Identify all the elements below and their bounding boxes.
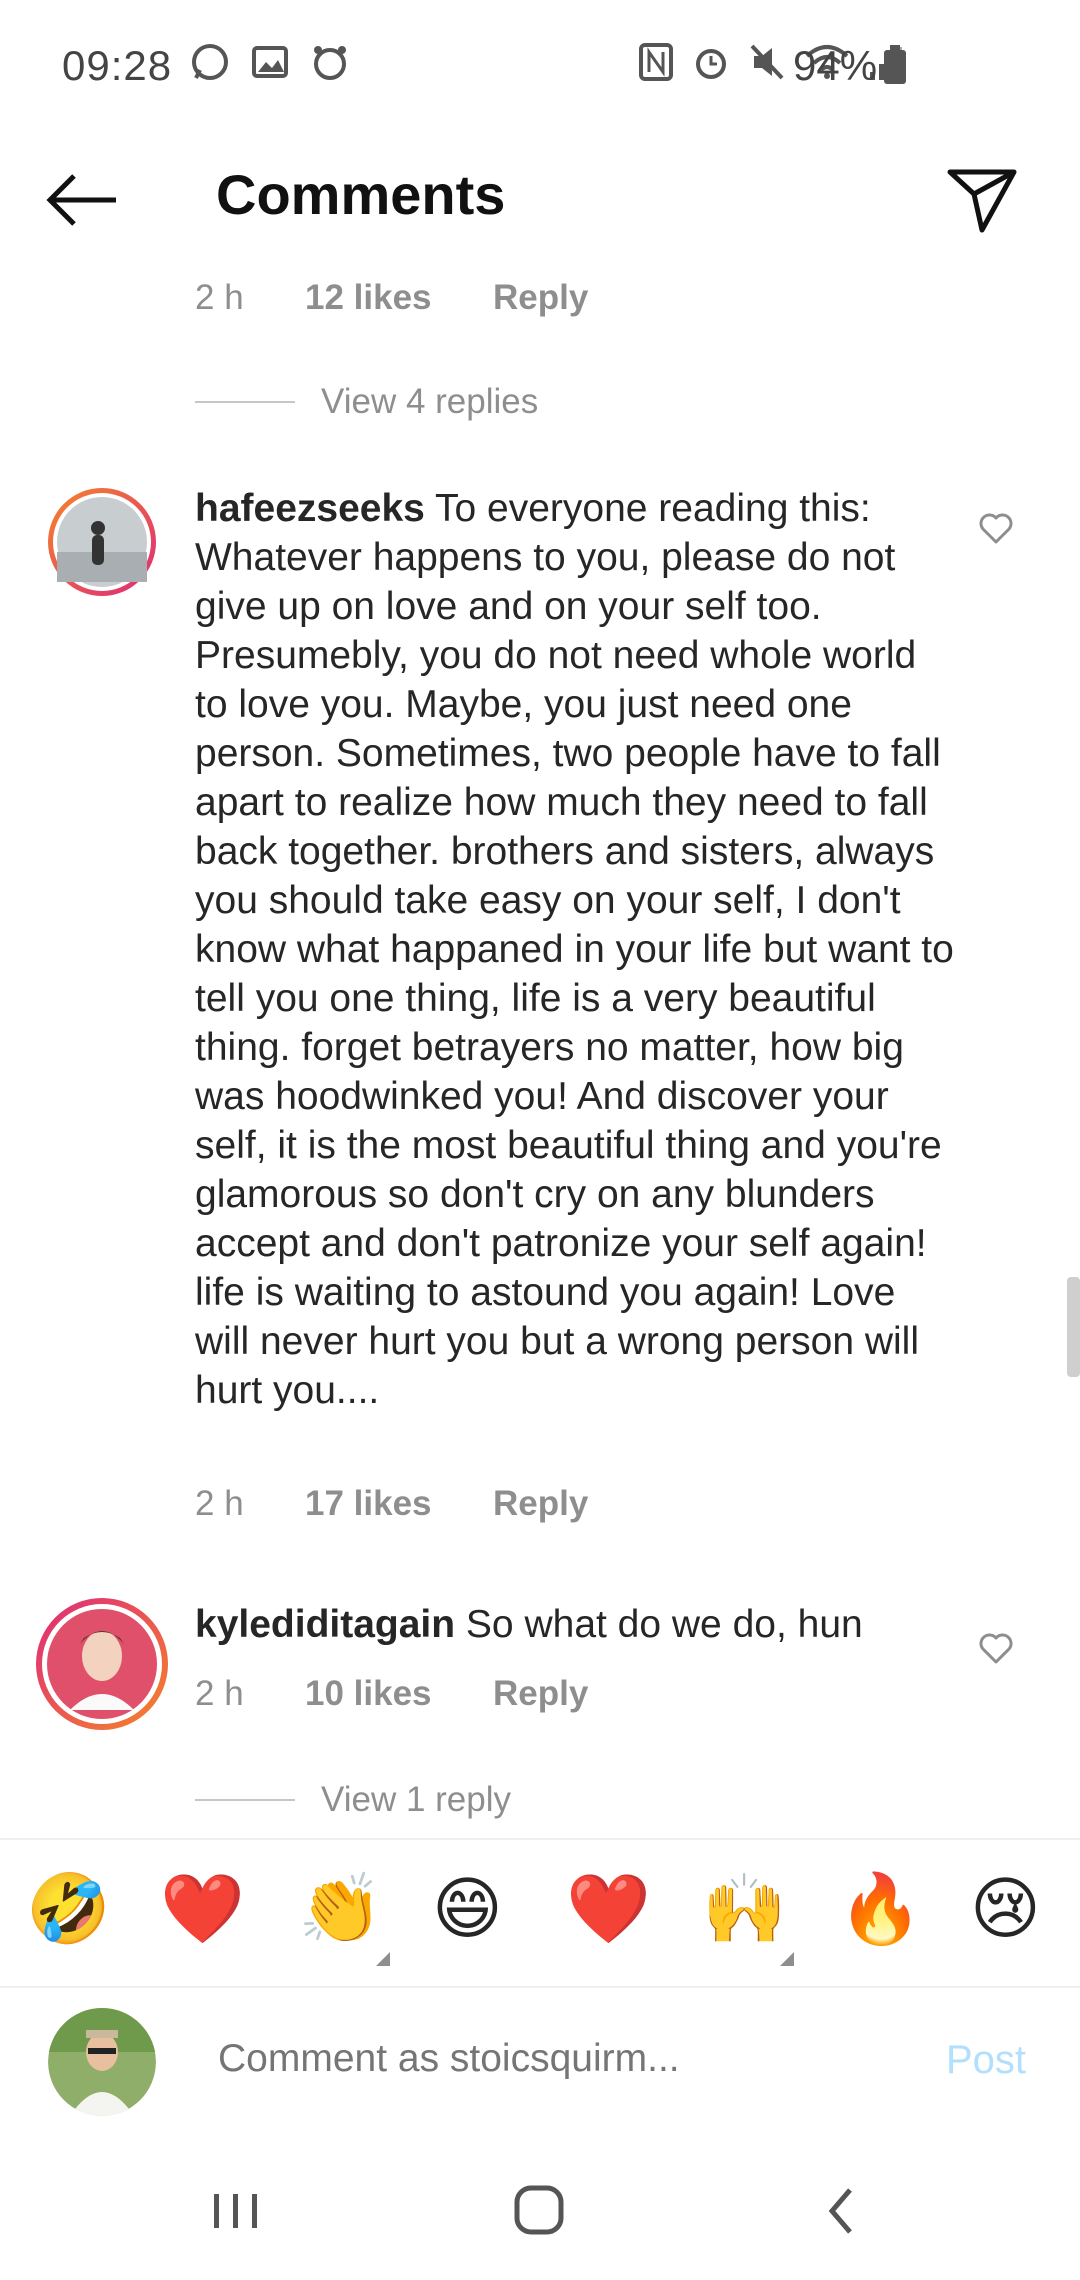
- status-time: 09:28: [62, 42, 173, 89]
- system-nav-bar: [0, 2136, 1080, 2280]
- comment-composer: Post: [0, 1986, 1080, 2136]
- divider: [195, 1799, 295, 1801]
- comment-time: 2 h: [195, 278, 244, 317]
- comment-username[interactable]: kylediditagain: [195, 1603, 455, 1646]
- nfc-icon: [639, 43, 673, 81]
- comment-text: So what do we do, hun: [465, 1603, 863, 1646]
- recents-icon[interactable]: [196, 2176, 276, 2246]
- comment-likes[interactable]: 10 likes: [305, 1674, 493, 1714]
- view-replies-label: View 1 reply: [321, 1780, 512, 1819]
- user-avatar-image: [48, 2008, 156, 2116]
- emoji-heart[interactable]: ❤️: [566, 1870, 651, 1950]
- avatar[interactable]: [36, 1598, 168, 1730]
- reply-button[interactable]: Reply: [493, 1674, 588, 1714]
- comment-username[interactable]: hafeezseeks: [195, 487, 425, 530]
- reply-button[interactable]: Reply: [493, 278, 588, 318]
- scrollbar[interactable]: [1067, 1277, 1080, 1377]
- status-bar: 09:28 94%: [0, 0, 1080, 140]
- emoji-quick-bar: 🤣 ❤️ 👏 😄 ❤️ 🙌 🔥 😢: [0, 1838, 1080, 1988]
- avatar-image: [42, 1604, 162, 1724]
- emoji-clap[interactable]: 👏: [298, 1870, 383, 1950]
- comment-meta: 2 h 10 likes Reply: [195, 1674, 588, 1714]
- comment-meta: 2 h 12 likes Reply: [195, 278, 588, 318]
- emoji-heart[interactable]: ❤️: [160, 1870, 245, 1950]
- view-replies-button[interactable]: View 4 replies: [195, 382, 538, 422]
- comment-likes[interactable]: 12 likes: [305, 278, 493, 318]
- comments-list[interactable]: 2 h 12 likes Reply View 4 replies hafeez…: [0, 260, 1080, 1838]
- home-icon[interactable]: [500, 2176, 580, 2246]
- back-arrow-icon[interactable]: [44, 160, 124, 240]
- send-icon[interactable]: [942, 158, 1022, 238]
- view-replies-label: View 4 replies: [321, 382, 539, 421]
- reply-button[interactable]: Reply: [493, 1484, 588, 1524]
- comment-body: hafeezseeks To everyone reading this: Wh…: [195, 484, 955, 1415]
- comment-input[interactable]: [216, 2036, 880, 2082]
- comment-time: 2 h: [195, 1484, 244, 1523]
- back-icon[interactable]: [802, 2176, 882, 2246]
- skin-tone-indicator: [780, 1952, 794, 1966]
- user-avatar: [48, 2008, 156, 2116]
- alarm-icon: [696, 49, 726, 79]
- whatsapp-icon: [192, 44, 228, 80]
- avatar[interactable]: [48, 488, 156, 596]
- comment-text: To everyone reading this: Whatever happe…: [195, 487, 954, 1412]
- heart-icon[interactable]: [976, 1628, 1016, 1668]
- view-replies-button[interactable]: View 1 reply: [195, 1780, 511, 1820]
- emoji-fire[interactable]: 🔥: [838, 1870, 923, 1950]
- battery-percent: 94%: [793, 42, 878, 89]
- comment-time: 2 h: [195, 1674, 244, 1713]
- comment-meta: 2 h 17 likes Reply: [195, 1484, 588, 1524]
- emoji-raised-hands[interactable]: 🙌: [702, 1870, 787, 1950]
- alarm-app-icon: [314, 46, 346, 80]
- skin-tone-indicator: [376, 1952, 390, 1966]
- page-title: Comments: [216, 163, 506, 226]
- avatar-image: [53, 493, 151, 591]
- battery-icon: [884, 45, 906, 84]
- divider: [195, 401, 295, 403]
- comment-body: kylediditagain So what do we do, hun: [195, 1600, 955, 1649]
- heart-icon[interactable]: [976, 508, 1016, 548]
- mute-icon: [750, 44, 784, 80]
- emoji-grin[interactable]: 😄: [432, 1870, 503, 1950]
- header: Comments: [0, 140, 1080, 260]
- emoji-rofl[interactable]: 🤣: [26, 1870, 111, 1950]
- emoji-crying[interactable]: 😢: [970, 1870, 1041, 1950]
- gallery-icon: [252, 46, 288, 78]
- comment-likes[interactable]: 17 likes: [305, 1484, 493, 1524]
- post-button[interactable]: Post: [946, 2038, 1026, 2083]
